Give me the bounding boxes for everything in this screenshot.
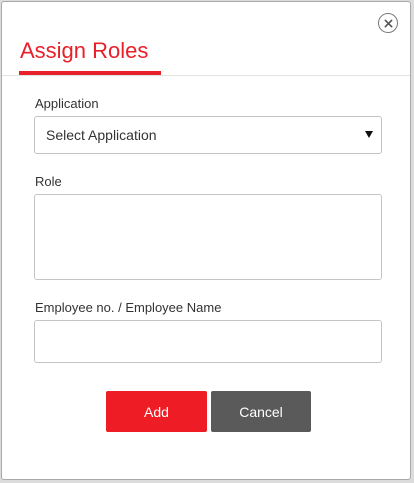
close-button[interactable] [378, 13, 398, 33]
application-select-value: Select Application [46, 127, 157, 143]
cancel-button[interactable]: Cancel [211, 391, 311, 432]
close-icon [384, 19, 392, 27]
dropdown-arrow-icon [365, 131, 373, 138]
add-button[interactable]: Add [106, 391, 207, 432]
application-select[interactable]: Select Application [34, 116, 382, 154]
assign-roles-dialog: Assign Roles Application Select Applicat… [1, 1, 411, 480]
employee-label: Employee no. / Employee Name [35, 300, 222, 315]
dialog-title: Assign Roles [20, 38, 149, 63]
application-label: Application [35, 96, 99, 111]
role-label: Role [35, 174, 62, 189]
role-field[interactable] [34, 194, 382, 280]
employee-input[interactable] [34, 320, 382, 363]
header-divider [2, 75, 410, 76]
